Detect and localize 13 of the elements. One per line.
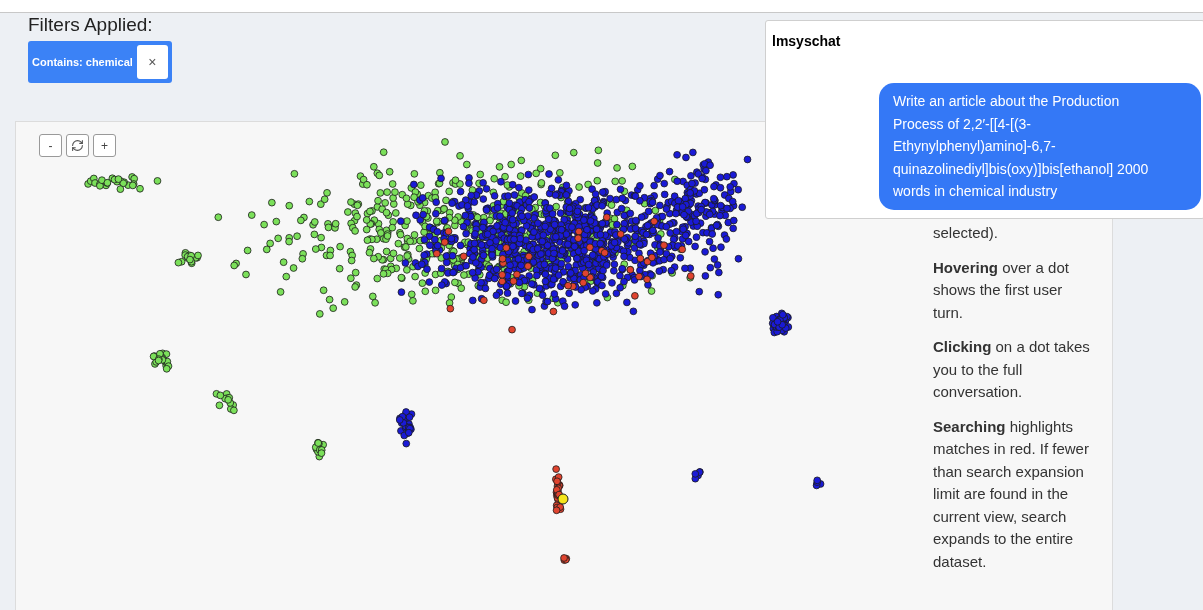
zoom-out-button[interactable]: - [39,134,62,157]
refresh-icon [71,139,84,152]
zoom-in-button[interactable]: + [93,134,116,157]
help-paragraph: selected). [933,223,1000,243]
message-bubble: Write an article about the Production Process of 2,2′-[[4-[(3-Ethynylphenyl)amino]-6,7-quinazolinediyl]bis(oxy)]bis[ethanol] 2000 words in chemical industry [879,83,1201,210]
help-paragraph: Hovering over a dot shows the first user turn. [933,257,1070,323]
remove-filter-button[interactable]: × [136,45,168,79]
filter-label: Contains: chemical [32,54,133,70]
help-paragraph: Searching highlights matches in red. If fewer than search expansion limit are found in the current view, search expands to the entire dataset. [933,416,1090,572]
filters-heading: Filters Applied: [28,14,154,36]
help-paragraph: Clicking on a dot takes you to the full conversation. [933,337,1091,402]
reset-button[interactable] [66,134,89,157]
tooltip-title: lmsyschat [772,32,841,51]
